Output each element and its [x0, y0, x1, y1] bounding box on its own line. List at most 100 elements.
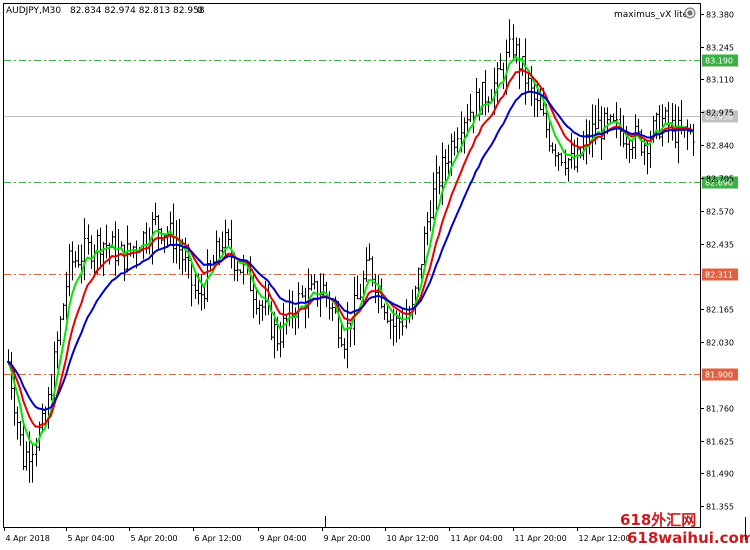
chart-canvas[interactable]: 83.19082.95882.69082.31181.900 83.380 83.…	[0, 0, 750, 550]
price-bar	[25, 441, 28, 471]
price-bar	[71, 241, 74, 281]
price-bar	[438, 166, 441, 195]
price-bar	[551, 142, 554, 154]
price-bar	[365, 247, 368, 282]
price-bar	[453, 131, 456, 156]
x-tick-label-8: 11 Apr 20:00	[515, 534, 567, 543]
x-tick-label-0: 4 Apr 2018	[6, 534, 50, 543]
price-bar	[59, 316, 62, 346]
price-bar	[154, 202, 157, 226]
price-bar	[310, 274, 313, 291]
price-bar	[160, 227, 163, 245]
y-tick-label-7: 82.435	[706, 241, 734, 250]
price-bar	[126, 225, 129, 273]
price-bar	[236, 261, 239, 282]
price-bar	[368, 243, 371, 261]
price-bar	[615, 102, 618, 139]
x-tick-label-2: 5 Apr 20:00	[131, 534, 178, 543]
x-tick-label-7: 11 Apr 04:00	[451, 534, 503, 543]
watermark-line-2: 618waihui.com	[627, 529, 750, 547]
price-bar	[74, 251, 77, 268]
price-bar	[175, 220, 178, 264]
price-bar	[512, 24, 515, 62]
price-bar	[356, 275, 359, 300]
level-lines-layer: 83.19082.95882.69082.31181.900	[4, 54, 738, 381]
price-bar	[56, 331, 59, 369]
y-tick-label-9: 82.030	[706, 339, 734, 348]
price-bar	[475, 78, 478, 118]
price-bar	[591, 104, 594, 158]
price-bar	[102, 241, 105, 277]
price-bar	[560, 152, 563, 167]
price-bar	[90, 235, 93, 269]
symbol-label: AUDJPY,M30	[6, 6, 61, 16]
y-tick-label-11: 81.625	[706, 438, 734, 447]
price-bar	[686, 119, 689, 150]
price-bar	[297, 282, 300, 329]
price-bar	[105, 224, 108, 259]
y-axis: 83.380 83.245 83.110 82.975 82.840 82.705 82.5…	[700, 11, 734, 512]
level-badge-label-3: 82.311	[705, 271, 733, 280]
x-tick-label-6: 10 Apr 12:00	[387, 534, 439, 543]
price-bar	[444, 149, 447, 181]
price-bar	[31, 444, 34, 483]
price-bar	[200, 274, 203, 311]
price-bar	[215, 230, 218, 263]
y-tick-label-5: 82.705	[706, 175, 734, 184]
y-tick-label-13: 81.355	[706, 503, 734, 512]
price-bar	[389, 313, 392, 340]
price-bar	[671, 102, 674, 141]
price-bar	[496, 62, 499, 103]
y-tick-label-3: 82.975	[706, 109, 734, 118]
y-tick-label-0: 83.380	[706, 11, 734, 20]
price-bar	[508, 19, 511, 58]
price-bar	[567, 158, 570, 182]
price-bar	[429, 200, 432, 232]
price-bar	[692, 123, 695, 157]
price-bar	[331, 302, 334, 321]
price-bar	[203, 286, 206, 309]
price-bar	[359, 283, 362, 301]
price-bar	[499, 53, 502, 71]
price-bar	[469, 93, 472, 122]
x-tick-label-9: 12 Apr 12:00	[579, 534, 631, 543]
price-bar	[230, 219, 233, 269]
x-tick-label-5: 9 Apr 20:00	[324, 534, 371, 543]
price-bar	[169, 211, 172, 244]
price-bar	[484, 70, 487, 116]
price-bar	[677, 106, 680, 164]
level-badge-label-0: 83.190	[705, 57, 733, 66]
price-bar	[184, 237, 187, 272]
price-bar	[530, 66, 533, 106]
ma-line-1	[7, 68, 694, 428]
price-bar	[50, 374, 53, 401]
price-bar	[527, 73, 530, 91]
x-tick-label-1: 5 Apr 04:00	[68, 534, 115, 543]
y-tick-label-12: 81.490	[706, 470, 734, 479]
price-bar	[386, 305, 389, 324]
price-bar	[77, 244, 80, 268]
price-bar	[291, 290, 294, 329]
price-bar	[19, 420, 22, 446]
price-bar	[557, 151, 560, 171]
price-bar	[68, 243, 71, 297]
price-bars-layer	[7, 19, 695, 483]
ma-line-0	[7, 54, 694, 447]
y-tick-label-10: 81.760	[706, 405, 734, 414]
price-bar	[258, 300, 261, 325]
y-tick-label-4: 82.840	[706, 142, 734, 151]
price-bar	[628, 139, 631, 164]
plot-border	[3, 3, 701, 528]
price-bar	[597, 98, 600, 130]
price-bar	[667, 101, 670, 143]
price-bar	[554, 144, 557, 167]
price-bar	[570, 132, 573, 169]
indicator-label: maximus_vX lite	[614, 10, 689, 20]
price-bar	[343, 338, 346, 359]
indicator-icon[interactable]	[684, 7, 696, 19]
price-bar	[313, 274, 316, 290]
price-bar	[518, 37, 521, 90]
price-bar	[456, 127, 459, 153]
volume-value: 0	[197, 6, 203, 16]
price-bar	[432, 172, 435, 220]
